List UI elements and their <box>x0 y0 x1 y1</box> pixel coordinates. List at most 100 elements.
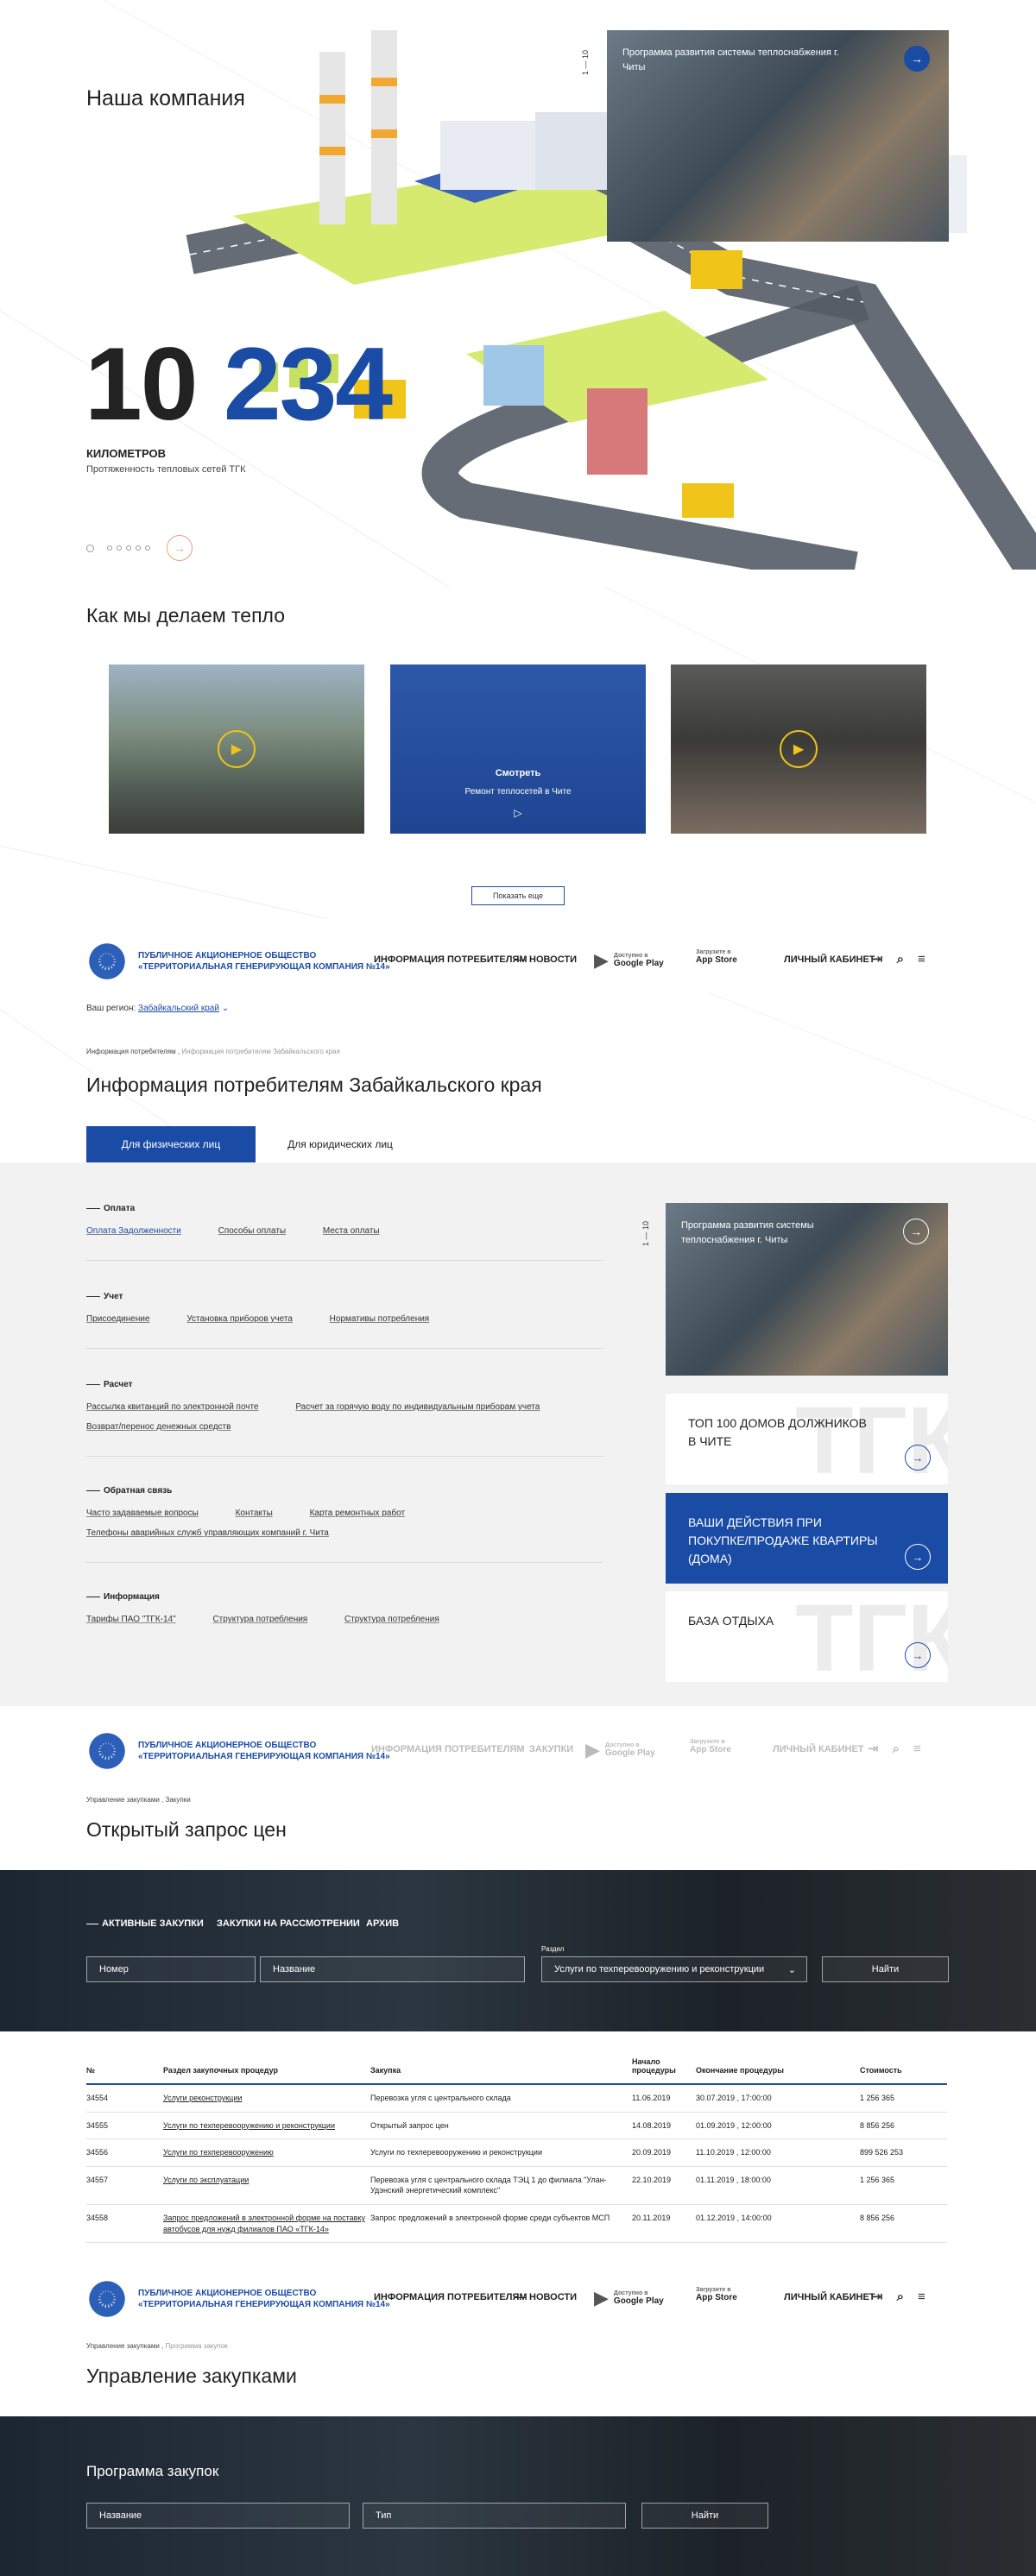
slider-dot[interactable] <box>145 545 150 551</box>
link-repair-map[interactable]: Карта ремонтных работ <box>310 1508 405 1518</box>
video-card-1[interactable]: ▶ <box>109 664 364 834</box>
play-icon[interactable]: ▶ <box>780 730 818 768</box>
cell-section-link[interactable]: Услуги по техперевооружению <box>163 2138 370 2167</box>
name-input[interactable]: Название <box>260 1956 525 1982</box>
table-row[interactable]: 34555 Услуги по техперевооружению и реко… <box>86 2112 947 2140</box>
video-card-2[interactable]: Смотреть Ремонт теплосетей в Чите ▷ <box>390 664 646 834</box>
arrow-right-icon[interactable]: → <box>905 1544 931 1570</box>
tab-active-purchases[interactable]: АКТИВНЫЕ ЗАКУПКИ <box>86 1918 204 1929</box>
menu-icon[interactable]: ≡ <box>918 2289 925 2304</box>
program-type-input[interactable]: Тип <box>363 2503 626 2529</box>
menu-icon[interactable]: ≡ <box>913 1741 921 1756</box>
arrow-right-icon[interactable]: → <box>904 46 930 72</box>
logo[interactable]: ПУБЛИЧНОЕ АКЦИОНЕРНОЕ ОБЩЕСТВО «ТЕРРИТОР… <box>86 941 390 982</box>
section-select[interactable]: Услуги по техперевооружению и реконструк… <box>541 1956 807 1982</box>
app-store-link[interactable]: Загрузите в App Store <box>691 949 737 965</box>
crumb-link[interactable]: Информация потребителям , <box>86 1048 180 1055</box>
nav-cabinet[interactable]: ЛИЧНЫЙ КАБИНЕТ <box>773 1744 864 1754</box>
link-norms[interactable]: Нормативы потребления <box>330 1314 430 1324</box>
nav-cabinet[interactable]: ЛИЧНЫЙ КАБИНЕТ <box>784 2292 875 2302</box>
side-photo-card[interactable]: Программа развития системы теплоснабжени… <box>666 1203 948 1376</box>
search-icon[interactable]: ⌕ <box>897 952 904 967</box>
table-row[interactable]: 34557 Услуги по эксплуатации Перевозка у… <box>86 2166 947 2205</box>
slider-dot[interactable] <box>107 545 112 551</box>
link-faq[interactable]: Часто задаваемые вопросы <box>86 1508 199 1518</box>
link-consumption-2[interactable]: Структура потребления <box>344 1615 439 1624</box>
cell-section-link[interactable]: Услуги реконструкции <box>163 2084 370 2113</box>
link-contacts[interactable]: Контакты <box>236 1508 273 1518</box>
side-card-recreation[interactable]: ТГК БАЗА ОТДЫХА → <box>666 1591 948 1682</box>
search-icon[interactable]: ⌕ <box>897 2289 904 2304</box>
tab-review[interactable]: ЗАКУПКИ НА РАССМОТРЕНИИ <box>217 1918 360 1929</box>
nav-news[interactable]: НОВОСТИ <box>514 2292 577 2302</box>
google-play-link[interactable]: ▶ Доступно в Google Play <box>594 2287 664 2309</box>
link-pay-places[interactable]: Места оплаты <box>323 1226 380 1236</box>
table-row[interactable]: 34558 Запрос предложений в электронной ф… <box>86 2204 947 2244</box>
region-value[interactable]: Забайкальский край <box>138 1004 219 1013</box>
arrow-right-icon[interactable]: → <box>905 1642 931 1668</box>
login-icon[interactable]: ⇥ <box>868 1741 879 1756</box>
google-play-link[interactable]: ▶ Доступно в Google Play <box>594 949 664 972</box>
arrow-right-icon[interactable]: → <box>905 1445 931 1471</box>
slider-dot[interactable] <box>117 545 122 551</box>
program-name-input[interactable]: Название <box>86 2503 350 2529</box>
link-refund[interactable]: Возврат/перенос денежных средств <box>86 1422 231 1432</box>
cell-section-link[interactable]: Запрос предложений в электронной форме н… <box>163 2204 370 2244</box>
logo[interactable]: ПУБЛИЧНОЕ АКЦИОНЕРНОЕ ОБЩЕСТВО «ТЕРРИТОР… <box>86 2278 390 2320</box>
login-icon[interactable]: ⇥ <box>872 2289 883 2304</box>
link-email-receipts[interactable]: Рассылка квитанций по электронной почте <box>86 1402 259 1412</box>
region-selector[interactable]: Ваш регион: Забайкальский край ⌄ <box>86 1004 229 1013</box>
slider-dot[interactable] <box>136 545 141 551</box>
slider-dot[interactable] <box>86 544 94 552</box>
nav-info[interactable]: ИНФОРМАЦИЯ ПОТРЕБИТЕЛЯМ <box>371 1744 525 1754</box>
logo[interactable]: ПУБЛИЧНОЕ АКЦИОНЕРНОЕ ОБЩЕСТВО «ТЕРРИТОР… <box>86 1730 390 1772</box>
nav-info[interactable]: ИНФОРМАЦИЯ ПОТРЕБИТЕЛЯМ <box>374 2292 527 2302</box>
play-outline-icon[interactable]: ▷ <box>390 807 646 819</box>
nav-purchases[interactable]: ЗАКУПКИ <box>529 1744 573 1754</box>
app-store-link[interactable]: Загрузите в App Store <box>685 1739 731 1754</box>
link-connection[interactable]: Присоединение <box>86 1314 150 1324</box>
nav-news[interactable]: НОВОСТИ <box>514 954 577 965</box>
gp-label: Google Play <box>613 959 664 968</box>
gp-label: Google Play <box>613 2296 664 2306</box>
login-icon[interactable]: ⇥ <box>872 951 883 967</box>
link-tariffs[interactable]: Тарифы ПАО "ТГК-14" <box>86 1615 176 1624</box>
crumb-link[interactable]: Управление закупками , <box>86 2342 163 2350</box>
app-store-link[interactable]: Загрузите в App Store <box>691 2287 737 2302</box>
link-pay-debt[interactable]: Оплата Задолженности <box>86 1226 181 1236</box>
find-button[interactable]: Найти <box>822 1956 949 1982</box>
cell-end: 01.09.2019 , 12:00:00 <box>696 2112 860 2140</box>
tab-archive[interactable]: АРХИВ <box>366 1918 399 1929</box>
video-card-3[interactable]: ▶ <box>671 664 926 834</box>
cell-section-link[interactable]: Услуги по техперевооружению и реконструк… <box>163 2112 370 2140</box>
show-more-button[interactable]: Показать еще <box>471 886 565 905</box>
table-row[interactable]: 34554 Услуги реконструкции Перевозка угл… <box>86 2084 947 2113</box>
link-meter-install[interactable]: Установка приборов учета <box>186 1314 293 1324</box>
slider-next-icon[interactable]: → <box>167 535 193 561</box>
side-card-debtors[interactable]: ТГК ТОП 100 ДОМОВ ДОЛЖНИКОВ В ЧИТЕ → <box>666 1394 948 1484</box>
cell-section-link[interactable]: Услуги по эксплуатации <box>163 2166 370 2205</box>
tab-physical[interactable]: Для физических лиц <box>86 1126 256 1162</box>
cell-purchase: Перевозка угля с центрального склада ТЭЦ… <box>370 2166 632 2205</box>
category-feedback: Обратная связь <box>86 1486 172 1496</box>
play-icon[interactable]: ▶ <box>218 730 256 768</box>
google-play-link[interactable]: ▶ Доступно в Google Play <box>585 1739 655 1761</box>
tab-juridical[interactable]: Для юридических лиц <box>256 1126 425 1162</box>
nav-cabinet[interactable]: ЛИЧНЫЙ КАБИНЕТ <box>784 954 875 965</box>
hero-photo-card[interactable]: Программа развития системы теплоснабжени… <box>607 30 949 242</box>
table-row[interactable]: 34556 Услуги по техперевооружению Услуги… <box>86 2138 947 2167</box>
number-input[interactable]: Номер <box>86 1956 256 1982</box>
link-emergency-phones[interactable]: Телефоны аварийных служб управляющих ком… <box>86 1528 329 1538</box>
number-part-a: 10 <box>85 326 198 442</box>
link-pay-methods[interactable]: Способы оплаты <box>218 1226 287 1236</box>
nav-info[interactable]: ИНФОРМАЦИЯ ПОТРЕБИТЕЛЯМ <box>374 954 527 965</box>
link-hot-water-calc[interactable]: Расчет за горячую воду по индивидуальным… <box>295 1402 540 1412</box>
link-consumption-1[interactable]: Структура потребления <box>212 1615 307 1624</box>
search-icon[interactable]: ⌕ <box>893 1741 900 1756</box>
arrow-right-icon[interactable]: → <box>903 1219 929 1244</box>
program-find-button[interactable]: Найти <box>641 2503 768 2529</box>
slider-dot[interactable] <box>126 545 131 551</box>
menu-icon[interactable]: ≡ <box>918 952 925 967</box>
side-card-buy-sell[interactable]: ВАШИ ДЕЙСТВИЯ ПРИ ПОКУПКЕ/ПРОДАЖЕ КВАРТИ… <box>666 1493 948 1584</box>
tab-active-label: АКТИВНЫЕ ЗАКУПКИ <box>102 1918 204 1929</box>
